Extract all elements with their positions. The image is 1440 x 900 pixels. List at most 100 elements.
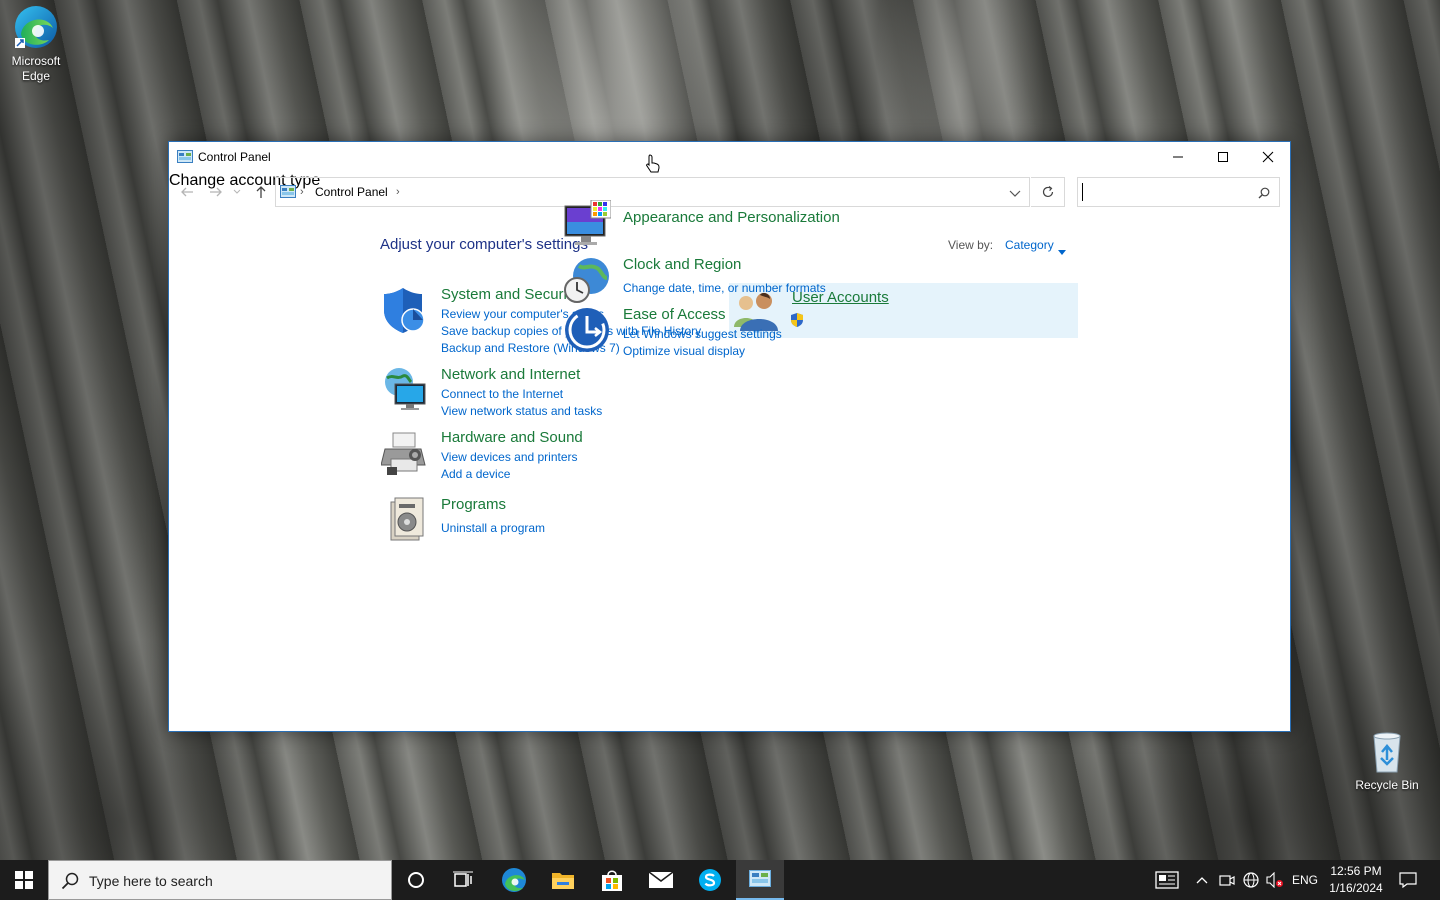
hand-cursor-icon xyxy=(645,154,661,179)
address-bar[interactable]: › Control Panel › xyxy=(275,177,1030,207)
category-title[interactable]: Programs xyxy=(441,496,506,513)
back-button[interactable] xyxy=(177,182,197,202)
taskbar-search-placeholder: Type here to search xyxy=(89,873,213,889)
printer-icon xyxy=(380,429,429,477)
news-icon xyxy=(1155,871,1179,889)
clock-time: 12:56 PM xyxy=(1330,864,1382,878)
view-by-label: View by: xyxy=(948,238,994,252)
minimize-icon xyxy=(1173,156,1183,158)
maximize-icon xyxy=(1218,152,1228,162)
clock-date: 1/16/2024 xyxy=(1329,881,1383,895)
link-windows-suggest[interactable]: Let Windows suggest settings xyxy=(623,327,782,341)
link-network-status[interactable]: View network status and tasks xyxy=(441,404,602,418)
control-panel-window: Control Panel › Control Panel › Adjust y… xyxy=(168,141,1291,732)
taskbar-search-box[interactable]: Type here to search xyxy=(48,860,392,900)
category-title[interactable]: Clock and Region xyxy=(623,256,741,273)
taskbar-file-explorer-button[interactable] xyxy=(540,860,586,900)
camera-icon xyxy=(1219,875,1235,886)
refresh-icon xyxy=(1042,186,1053,198)
arrow-left-icon xyxy=(181,187,193,197)
desktop-icon-label: Recycle Bin xyxy=(1355,778,1419,792)
uac-shield-icon xyxy=(790,312,804,333)
mail-icon xyxy=(648,871,674,888)
link-connect-internet[interactable]: Connect to the Internet xyxy=(441,387,563,401)
category-title[interactable]: Network and Internet xyxy=(441,366,580,383)
refresh-button[interactable] xyxy=(1031,177,1065,207)
taskbar-store-button[interactable] xyxy=(589,860,635,900)
category-title[interactable]: Appearance and Personalization xyxy=(623,209,840,226)
news-widget-button[interactable] xyxy=(1152,860,1182,900)
minimize-button[interactable] xyxy=(1155,142,1201,172)
recent-locations-button[interactable] xyxy=(231,182,243,202)
task-view-button[interactable] xyxy=(441,860,485,900)
search-input[interactable] xyxy=(1082,183,1252,201)
taskbar-clock[interactable]: 12:56 PM 1/16/2024 xyxy=(1326,863,1386,897)
breadcrumb-separator-icon[interactable]: › xyxy=(396,186,400,198)
edge-icon xyxy=(502,868,526,892)
link-change-date-formats[interactable]: Change date, time, or number formats xyxy=(623,281,826,295)
cortana-icon xyxy=(408,872,424,888)
show-hidden-icons-button[interactable] xyxy=(1192,860,1212,900)
skype-icon xyxy=(699,869,721,891)
taskbar: Type here to search ENG 12:56 PM 1/16/20 xyxy=(0,860,1440,900)
control-panel-icon xyxy=(280,185,296,204)
forward-button[interactable] xyxy=(206,182,226,202)
close-icon xyxy=(1262,151,1274,163)
taskbar-control-panel-button[interactable] xyxy=(736,860,784,900)
globe-icon xyxy=(1243,872,1259,888)
title-bar[interactable]: Control Panel xyxy=(169,142,1290,172)
address-history-button[interactable] xyxy=(1009,186,1021,204)
clock-globe-icon xyxy=(563,256,611,304)
control-panel-icon xyxy=(177,150,193,169)
link-add-device[interactable]: Add a device xyxy=(441,467,510,481)
volume-button[interactable] xyxy=(1264,860,1286,900)
network-status-button[interactable] xyxy=(1240,860,1262,900)
arrow-up-icon xyxy=(256,186,266,198)
windows-logo-icon xyxy=(15,871,33,889)
arrow-right-icon xyxy=(210,187,222,197)
search-box[interactable] xyxy=(1077,177,1280,207)
search-icon[interactable] xyxy=(1258,186,1270,204)
shield-icon xyxy=(381,286,429,334)
link-uninstall-program[interactable]: Uninstall a program xyxy=(441,521,545,535)
link-devices-printers[interactable]: View devices and printers xyxy=(441,450,578,464)
folder-icon xyxy=(552,873,574,889)
action-center-button[interactable] xyxy=(1394,860,1422,900)
network-globe-icon xyxy=(381,366,429,414)
ease-of-access-icon xyxy=(563,306,611,354)
meet-now-button[interactable] xyxy=(1217,860,1237,900)
volume-muted-icon xyxy=(1266,872,1283,888)
close-button[interactable] xyxy=(1245,142,1291,172)
category-title[interactable]: System and Security xyxy=(441,286,579,303)
search-icon xyxy=(61,872,79,895)
start-button[interactable] xyxy=(0,860,48,900)
input-language-button[interactable]: ENG xyxy=(1290,860,1320,900)
category-title[interactable]: Hardware and Sound xyxy=(441,429,583,446)
up-button[interactable] xyxy=(251,182,271,202)
desktop-icon-recycle-bin[interactable]: Recycle Bin xyxy=(1349,728,1425,793)
category-title[interactable]: Ease of Access xyxy=(623,306,726,323)
edge-icon xyxy=(13,4,59,50)
chevron-down-icon xyxy=(233,189,241,194)
monitor-palette-icon xyxy=(563,199,612,248)
taskbar-skype-button[interactable] xyxy=(687,860,733,900)
taskbar-mail-button[interactable] xyxy=(638,860,684,900)
chevron-up-icon xyxy=(1196,877,1208,884)
task-view-icon xyxy=(453,871,473,887)
caret-down-icon[interactable] xyxy=(1058,242,1066,260)
notification-icon xyxy=(1399,872,1417,888)
cortana-button[interactable] xyxy=(394,860,438,900)
window-title: Control Panel xyxy=(198,150,271,164)
link-optimize-display[interactable]: Optimize visual display xyxy=(623,344,745,358)
page-title: Adjust your computer's settings xyxy=(380,236,588,253)
breadcrumb-separator-icon[interactable]: › xyxy=(300,186,304,198)
taskbar-edge-button[interactable] xyxy=(491,860,537,900)
view-by-dropdown[interactable]: Category xyxy=(1005,238,1054,252)
breadcrumb-control-panel[interactable]: Control Panel xyxy=(315,185,388,199)
programs-icon xyxy=(381,496,429,544)
store-bag-icon xyxy=(602,870,622,891)
navigation-bar: › Control Panel › xyxy=(169,175,1290,209)
control-panel-icon xyxy=(749,870,771,887)
maximize-button[interactable] xyxy=(1200,142,1246,172)
desktop-icon-edge[interactable]: Microsoft Edge xyxy=(0,4,74,84)
